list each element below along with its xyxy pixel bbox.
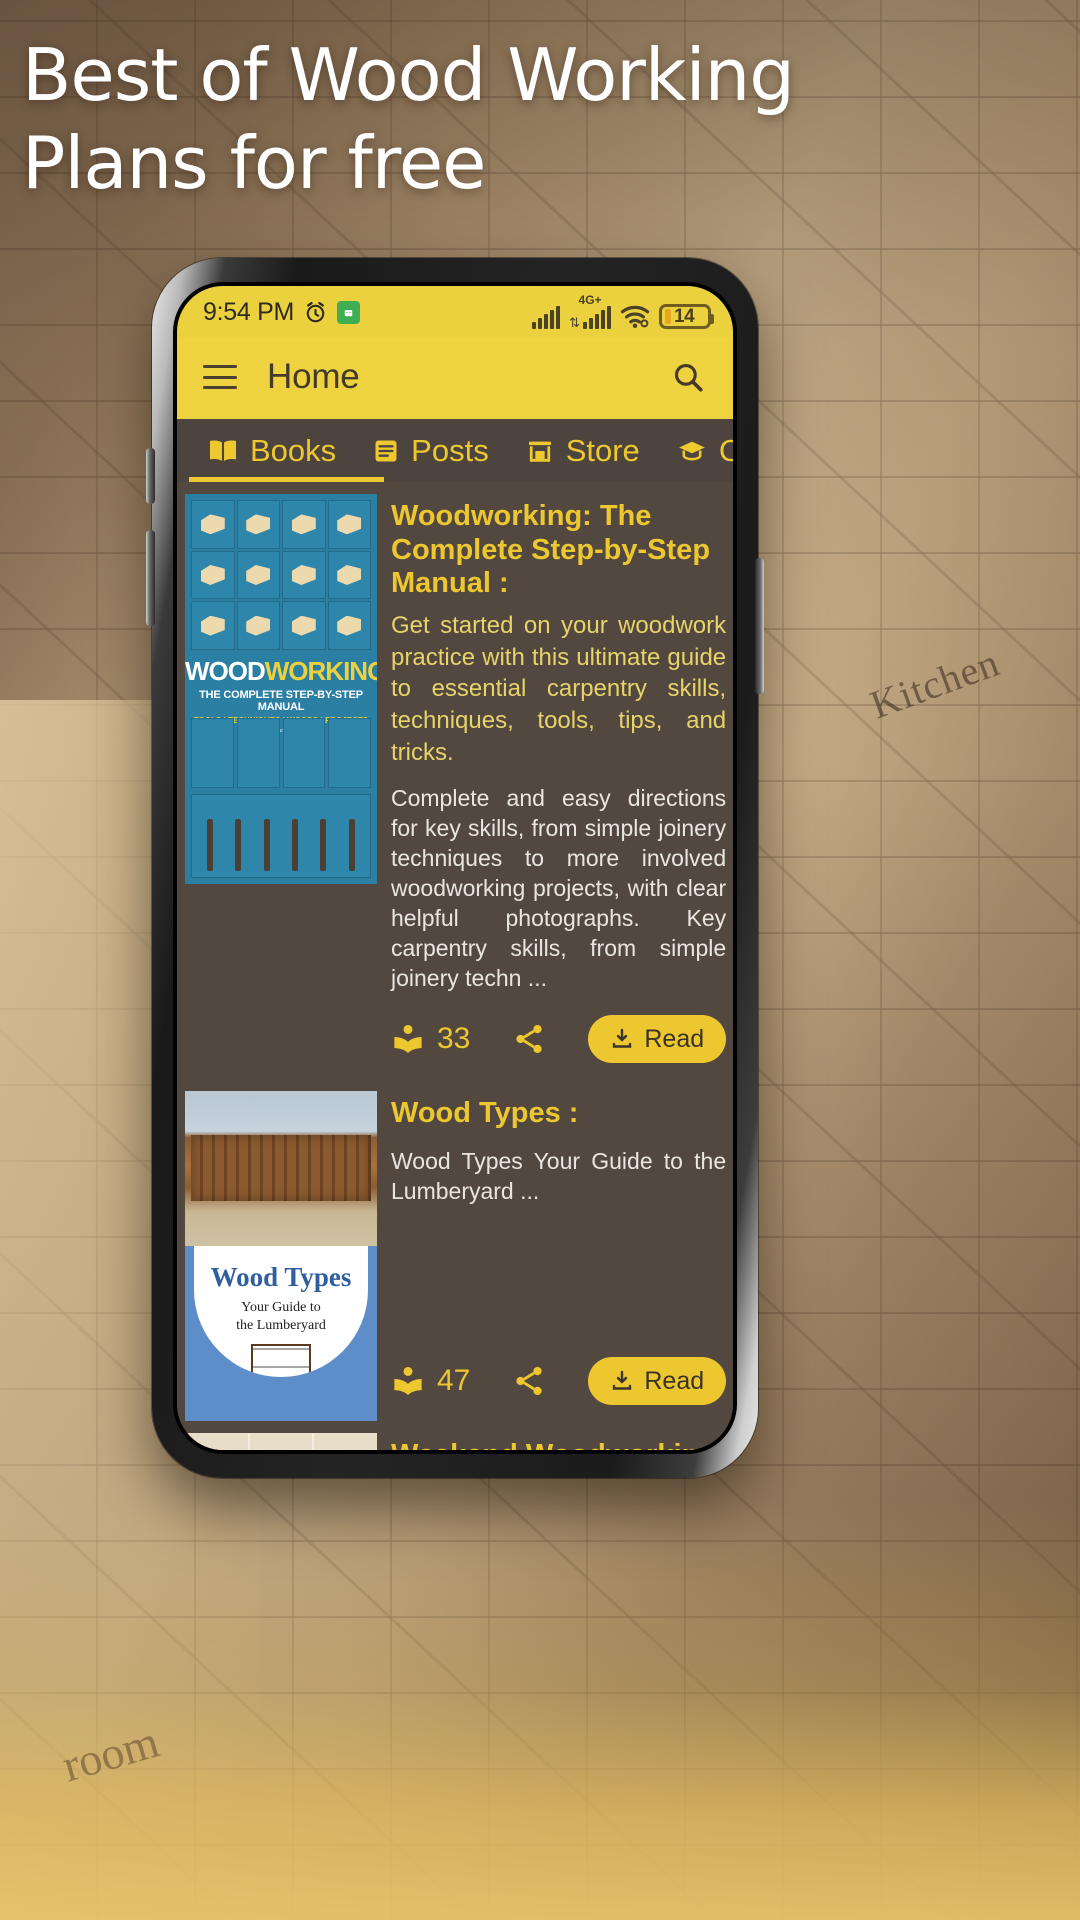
phone-volume-button[interactable]	[146, 530, 155, 626]
search-icon[interactable]	[671, 360, 705, 394]
graduation-cap-icon	[678, 441, 705, 460]
book-cover-image: WOODWORKING THE COMPLETE STEP-BY-STEP MA…	[185, 494, 377, 884]
wood-plank-bottom	[0, 1500, 1080, 1920]
book-subtitle: Get started on your woodwork practice wi…	[391, 611, 727, 766]
phone-mockup: 9:54 PM 4G+ ⇅ 14 Home Books Posts Store …	[146, 258, 764, 1478]
app-bar: Home	[177, 338, 733, 416]
reader-icon	[394, 1367, 422, 1396]
mobile-network-indicator: 4G+ ⇅	[569, 293, 611, 330]
tab-posts-label: Posts	[411, 432, 489, 468]
reader-icon	[394, 1025, 422, 1054]
network-type-label: 4G+	[578, 293, 602, 307]
tab-books[interactable]: Books	[189, 419, 354, 482]
phone-bezel: 9:54 PM 4G+ ⇅ 14 Home Books Posts Store …	[173, 282, 737, 1454]
cover-title-accent: WORKING	[264, 656, 377, 686]
book-actions: 33 Read	[391, 993, 727, 1079]
alarm-clock-icon	[306, 301, 325, 322]
tab-store-label: Store	[565, 432, 640, 468]
book-title: Weekend Woodworking - 150 Easy Projects …	[391, 1439, 726, 1450]
signal-bars-sim1-icon	[532, 306, 561, 329]
book-cover-wrapper: THE BIG BOOK OF WEEKEND WOODWORKING 1 5 …	[177, 1433, 377, 1450]
battery-percent-label: 14	[674, 305, 695, 327]
cover-shelf-photo	[251, 1344, 311, 1378]
book-actions: 47 Read	[391, 1335, 727, 1421]
tab-active-indicator	[189, 477, 384, 482]
read-button-label: Read	[644, 1366, 705, 1395]
android-app-icon	[337, 300, 361, 324]
promo-headline-line1: Best of Wood Working	[22, 33, 795, 117]
book-cover-wrapper: WOODWORKING THE COMPLETE STEP-BY-STEP MA…	[177, 494, 377, 1079]
storefront-icon	[528, 441, 551, 462]
read-button-label: Read	[644, 1024, 705, 1053]
battery-indicator: 14	[659, 304, 714, 329]
download-icon	[613, 1371, 632, 1391]
share-icon[interactable]	[512, 1022, 546, 1056]
read-count: 33	[391, 1022, 470, 1056]
promo-headline: Best of Wood Working Plans for free	[22, 32, 1060, 208]
tab-store[interactable]: Store	[507, 419, 658, 482]
wifi-icon	[620, 305, 650, 328]
read-button[interactable]: Read	[588, 1357, 727, 1406]
tab-bar: Books Posts Store	[177, 416, 733, 482]
cover-title-dark: WOOD	[185, 656, 266, 686]
list-item[interactable]: WOODWORKING THE COMPLETE STEP-BY-STEP MA…	[177, 482, 733, 1079]
promo-headline-line2: Plans for free	[22, 120, 486, 205]
status-bar: 9:54 PM 4G+ ⇅ 14	[177, 286, 733, 338]
book-cover-image: Wood Types Your Guide to the Lumberyard	[185, 1091, 377, 1422]
battery-fill	[665, 309, 671, 324]
download-icon	[613, 1029, 632, 1049]
open-book-icon	[210, 439, 236, 461]
book-cover-wrapper: Wood Types Your Guide to the Lumberyard	[177, 1091, 377, 1422]
hamburger-menu-icon[interactable]	[203, 365, 237, 389]
phone-screen: 9:54 PM 4G+ ⇅ 14 Home Books Posts Store …	[177, 286, 733, 1450]
book-cover-image: THE BIG BOOK OF WEEKEND WOODWORKING 1 5 …	[185, 1433, 377, 1450]
phone-power-button[interactable]	[755, 558, 764, 694]
read-count-label: 33	[437, 1022, 471, 1056]
phone-mute-button[interactable]	[146, 448, 155, 504]
book-list[interactable]: WOODWORKING THE COMPLETE STEP-BY-STEP MA…	[177, 482, 733, 1450]
tab-courses[interactable]: Courses	[658, 419, 733, 482]
share-icon[interactable]	[512, 1364, 546, 1398]
cover-title: Wood Types	[210, 1262, 352, 1293]
book-title: Wood Types :	[391, 1097, 579, 1130]
cover-tagline: THE COMPLETE STEP-BY-STEP MANUAL	[199, 689, 363, 713]
tab-books-label: Books	[250, 432, 337, 468]
book-meta: Wood Types : Wood Types Your Guide to th…	[377, 1091, 733, 1421]
read-count: 47	[391, 1364, 470, 1398]
list-item[interactable]: Wood Types Your Guide to the Lumberyard …	[177, 1079, 733, 1422]
cover-sub-line2: the Lumberyard	[236, 1317, 326, 1333]
status-time: 9:54 PM	[203, 297, 295, 326]
book-meta: Weekend Woodworking - 150 Easy Projects …	[377, 1433, 733, 1450]
signal-bars-sim2-icon	[583, 306, 611, 329]
article-list-icon	[375, 440, 397, 461]
book-description: Complete and easy directions for key ski…	[391, 785, 727, 991]
read-count-label: 47	[437, 1364, 471, 1398]
book-title: Woodworking: The Complete Step-by-Step M…	[391, 500, 711, 600]
book-description: Wood Types Your Guide to the Lumberyard …	[391, 1148, 727, 1204]
page-title: Home	[267, 357, 360, 396]
data-transfer-icon: ⇅	[569, 315, 580, 330]
list-item[interactable]: THE BIG BOOK OF WEEKEND WOODWORKING 1 5 …	[177, 1421, 733, 1450]
cover-sub-line1: Your Guide to	[241, 1300, 321, 1316]
book-meta: Woodworking: The Complete Step-by-Step M…	[377, 494, 733, 1079]
tab-courses-label: Courses	[719, 433, 733, 469]
tab-posts[interactable]: Posts	[354, 419, 507, 482]
read-button[interactable]: Read	[588, 1015, 727, 1064]
